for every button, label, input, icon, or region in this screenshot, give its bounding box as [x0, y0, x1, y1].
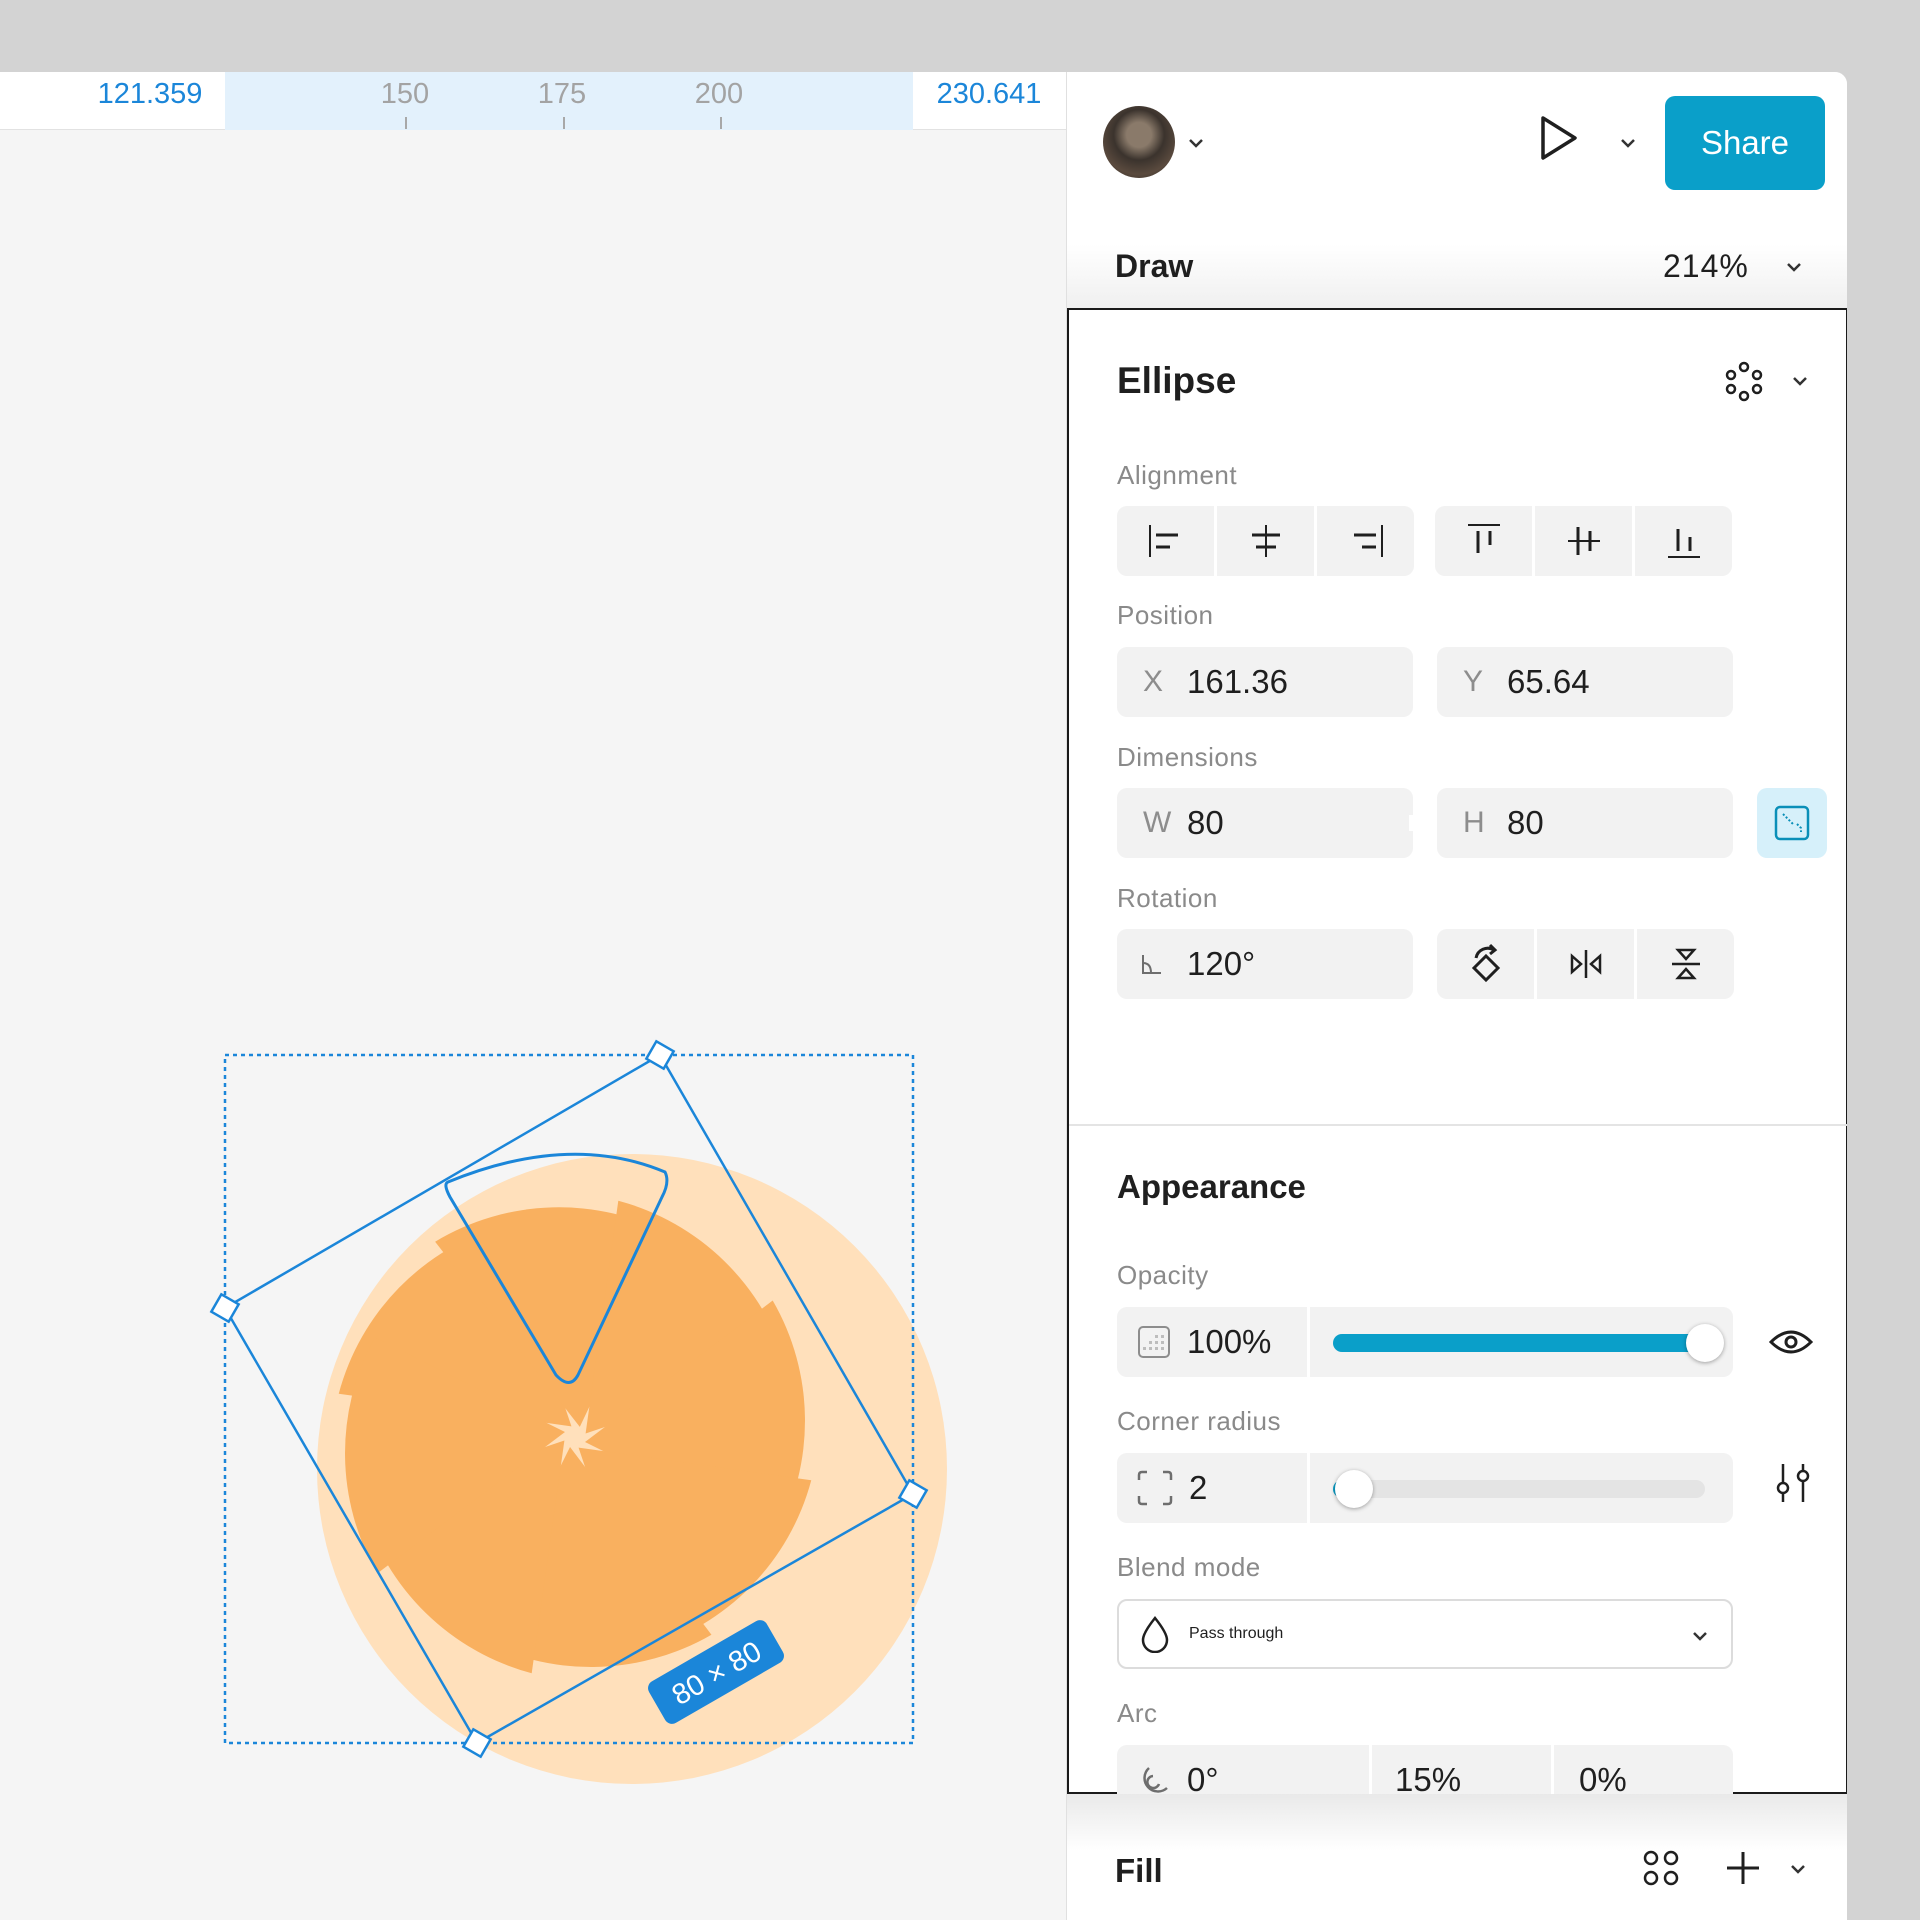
align-bottom-button[interactable]: [1635, 506, 1732, 576]
rotate-button[interactable]: [1437, 929, 1534, 999]
blend-mode-label: Blend mode: [1117, 1552, 1261, 1582]
align-right-button[interactable]: [1317, 506, 1414, 576]
resize-lock-icon: [1774, 805, 1810, 841]
align-right-icon: [1353, 525, 1383, 557]
h-prefix: H: [1463, 806, 1485, 839]
flip-horizontal-icon: [1570, 950, 1601, 978]
chevron-down-icon[interactable]: [1185, 132, 1207, 154]
align-top-button[interactable]: [1435, 506, 1532, 576]
fill-section-header: Fill: [1067, 1794, 1847, 1920]
w-prefix: W: [1143, 806, 1172, 839]
styles-grid-icon[interactable]: [1641, 1848, 1681, 1888]
arc-icon: [1143, 1767, 1168, 1793]
play-icon[interactable]: [1537, 114, 1581, 162]
mode-bar: Draw 214%: [1067, 192, 1847, 324]
app-window: 121.359 150 175 200 230.641 80 × 80 Shar…: [0, 72, 1847, 1920]
opacity-slider-knob[interactable]: [1686, 1324, 1724, 1362]
align-bottom-icon: [1667, 529, 1700, 558]
align-middle-button[interactable]: [1535, 506, 1632, 576]
share-button[interactable]: Share: [1665, 96, 1825, 190]
chevron-down-icon[interactable]: [1789, 370, 1811, 392]
section-title-ellipse: Ellipse: [1117, 360, 1237, 401]
field-separator: [1307, 1307, 1310, 1377]
top-toolbar: Share: [1067, 72, 1847, 192]
corner-radius-slider-track[interactable]: [1333, 1480, 1705, 1498]
y-prefix: Y: [1463, 665, 1484, 698]
rotation-value[interactable]: 120°: [1187, 945, 1255, 983]
opacity-slider-fill: [1333, 1334, 1705, 1352]
constrain-proportions-button[interactable]: [1757, 788, 1827, 858]
y-position-field[interactable]: Y 65.64: [1437, 647, 1733, 717]
corner-radius-icon: [1137, 1470, 1173, 1506]
align-left-icon: [1148, 525, 1178, 557]
angle-icon: [1142, 955, 1161, 974]
visibility-eye-icon[interactable]: [1769, 1324, 1813, 1360]
align-left-button[interactable]: [1117, 506, 1214, 576]
align-middle-icon: [1567, 527, 1600, 555]
section-divider: [1069, 1124, 1847, 1126]
height-field[interactable]: H 80: [1437, 788, 1733, 858]
resize-handle[interactable]: [209, 1292, 241, 1324]
rotation-field[interactable]: 120°: [1117, 929, 1413, 999]
align-top-icon: [1467, 524, 1500, 553]
properties-panel: Share Draw 214% Ellipse Alignment Positi…: [1066, 72, 1847, 1920]
x-position-field[interactable]: X 161.36: [1117, 647, 1413, 717]
vertical-align-group: [1435, 506, 1732, 576]
corner-radius-value[interactable]: 2: [1189, 1469, 1207, 1507]
resize-handle[interactable]: [644, 1039, 676, 1071]
drop-icon: [1141, 1615, 1169, 1653]
mode-label[interactable]: Draw: [1115, 248, 1193, 285]
field-separator: [1307, 1453, 1310, 1523]
design-canvas[interactable]: 80 × 80: [0, 130, 1066, 1920]
align-center-horizontal-icon: [1251, 525, 1280, 557]
chevron-down-icon[interactable]: [1617, 132, 1639, 154]
canvas-artwork: 80 × 80: [209, 1039, 947, 1784]
corner-radius-label: Corner radius: [1117, 1406, 1282, 1436]
selection-properties: Ellipse Alignment Position X 161.36 Y 65…: [1067, 308, 1847, 1815]
section-title-fill: Fill: [1115, 1852, 1163, 1889]
flip-vertical-icon: [1671, 948, 1700, 980]
x-prefix: X: [1143, 665, 1164, 698]
horizontal-align-group: [1117, 506, 1414, 576]
component-icon[interactable]: [1723, 360, 1765, 402]
width-field[interactable]: W 80: [1117, 788, 1413, 858]
rotation-label: Rotation: [1117, 883, 1218, 913]
chevron-down-icon: [1693, 1632, 1707, 1641]
avatar[interactable]: [1103, 106, 1175, 178]
arc-label: Arc: [1117, 1698, 1158, 1728]
chevron-down-icon[interactable]: [1787, 1858, 1809, 1880]
blend-mode-select[interactable]: Pass through: [1117, 1599, 1733, 1669]
align-center-h-button[interactable]: [1217, 506, 1314, 576]
section-title-appearance: Appearance: [1117, 1168, 1306, 1205]
zoom-level[interactable]: 214%: [1663, 248, 1749, 285]
blend-mode-value: Pass through: [1189, 1625, 1284, 1642]
add-icon[interactable]: [1723, 1848, 1763, 1888]
independent-corners-icon[interactable]: [1773, 1462, 1813, 1504]
opacity-value[interactable]: 100%: [1187, 1323, 1271, 1361]
y-value[interactable]: 65.64: [1507, 663, 1590, 701]
alignment-label: Alignment: [1117, 460, 1238, 490]
position-label: Position: [1117, 600, 1214, 630]
rotate-icon: [1471, 943, 1500, 983]
dimensions-label: Dimensions: [1117, 742, 1258, 772]
chevron-down-icon[interactable]: [1783, 256, 1805, 278]
flip-vertical-button[interactable]: [1637, 929, 1734, 999]
opacity-icon: [1138, 1326, 1170, 1358]
flip-horizontal-button[interactable]: [1537, 929, 1634, 999]
x-value[interactable]: 161.36: [1187, 663, 1288, 701]
opacity-label: Opacity: [1117, 1260, 1209, 1290]
corner-radius-slider-knob[interactable]: [1335, 1470, 1373, 1508]
width-value[interactable]: 80: [1187, 804, 1224, 842]
height-value[interactable]: 80: [1507, 804, 1544, 842]
transform-group: [1437, 929, 1734, 999]
